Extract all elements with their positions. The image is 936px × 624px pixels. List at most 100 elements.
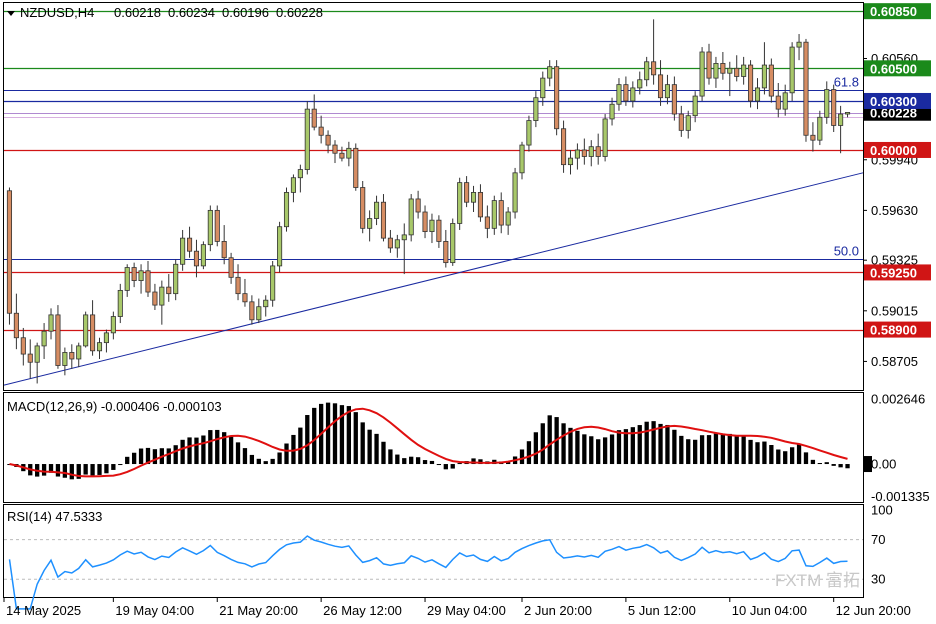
candle-body [145,270,151,293]
macd-histogram-bar [727,433,732,465]
macd-histogram-bar [838,464,843,468]
candle-body [498,200,504,226]
macd-histogram-bar [443,464,448,470]
candle-body [221,241,227,259]
candle-body [678,113,684,131]
candle-body [692,95,698,117]
macd-histogram-bar [623,429,629,465]
macd-histogram-bar [104,464,109,474]
candle-body [561,128,567,166]
macd-histogram-bar [55,464,61,477]
candle-body [574,149,580,159]
macd-histogram-bar [312,407,317,465]
candle-body [117,289,123,317]
macd-histogram-bar [540,423,545,465]
time-tick-label: 10 Jun 04:00 [732,603,807,618]
candle-body [533,97,539,121]
macd-histogram-bar [817,463,822,465]
macd-histogram-bar [789,447,795,465]
candle-body [311,108,317,128]
macd-histogram-bar [533,432,539,465]
symbol-name: NZDUSD,H4 [20,5,94,20]
macd-histogram-bar [69,464,74,480]
macd-histogram-bar [395,454,400,465]
time-tick-label: 12 Jun 20:00 [836,603,911,618]
candle-body [304,108,310,170]
macd-histogram-bar [346,406,351,465]
level-price-label: 0.60500 [870,61,917,76]
macd-histogram-bar [415,457,421,465]
macd-histogram-bar [83,464,88,475]
candle-body [90,314,96,352]
candle-body [318,126,324,136]
time-axis: 14 May 2025 19 May 04:00 21 May 20:00 26 Ma… [3,598,911,618]
candle-body [519,144,525,174]
candle-body [76,345,82,360]
macd-histogram-bar [284,443,289,465]
candle-body [637,79,643,89]
macd-histogram-bar [824,462,829,465]
macd-histogram-bar [762,441,767,465]
macd-histogram-bar [519,449,525,465]
macd-histogram-bar [360,422,365,465]
macd-histogram-bar [616,430,622,465]
macd-histogram-bar [367,429,372,465]
candle-body [124,267,130,291]
fib-label: 61.8 [834,75,859,90]
macd-histogram-bar [201,435,206,465]
candle-body [436,219,442,242]
macd-histogram-bar [90,464,95,476]
level-price-label: 0.60000 [870,143,917,158]
candle-body [270,265,276,301]
macd-histogram-bar [429,460,435,465]
time-tick-label: 26 May 12:00 [323,603,402,618]
candle-body [616,84,622,105]
macd-histogram-bar [679,435,684,465]
macd-histogram-bar [374,433,379,465]
macd-histogram-bar [97,464,102,475]
collapse-triangle-icon[interactable] [7,11,15,16]
candle-body [782,92,788,110]
macd-histogram-bar [582,434,587,465]
candle-body [713,63,719,79]
macd-histogram-bar [803,452,809,465]
macd-histogram-bar [215,429,220,465]
candle-body [401,234,407,241]
ohlc-open: 0.60218 [114,5,161,20]
candle-body [671,84,677,115]
macd-histogram-bar [637,425,642,465]
macd-histogram-bar [665,424,670,465]
macd-tick-label: 0.00 [871,457,896,472]
candle-body [380,201,387,239]
candle-body [360,187,366,229]
macd-histogram-bar [111,464,116,470]
candle-body [166,286,172,295]
macd-histogram-bar [332,403,338,465]
macd-histogram-bar [353,412,358,465]
price-chart[interactable]: 61.8 50.0 0.608700.605600.602260.599400.5… [0,0,936,624]
ohlc-close: 0.60228 [276,5,323,20]
candle-body [727,67,733,74]
macd-histogram-bar [575,430,580,465]
macd-histogram-bar [845,464,850,469]
candle-body [214,209,220,242]
macd-histogram-bar [277,452,282,465]
macd-histogram-bar [596,439,601,465]
macd-histogram-bar [131,452,137,465]
macd-histogram-bar [208,430,213,465]
time-tick-label: 19 May 04:00 [115,603,194,618]
macd-histogram-bar [194,437,199,465]
candle-body [408,198,414,236]
macd-histogram-bar [263,461,268,465]
rsi-indicator: 100 70 30 [4,502,893,610]
macd-histogram-bar [672,429,677,465]
macd-zero-tag [864,456,872,473]
macd-histogram-bar [125,456,130,465]
candle-body [796,41,802,48]
candle-body [290,177,296,193]
candle-body [62,352,68,366]
candle-body [6,190,13,314]
candle-body [394,239,400,249]
macd-tick-label: 0.002646 [871,392,925,407]
macd-histogram-bar [235,442,241,465]
